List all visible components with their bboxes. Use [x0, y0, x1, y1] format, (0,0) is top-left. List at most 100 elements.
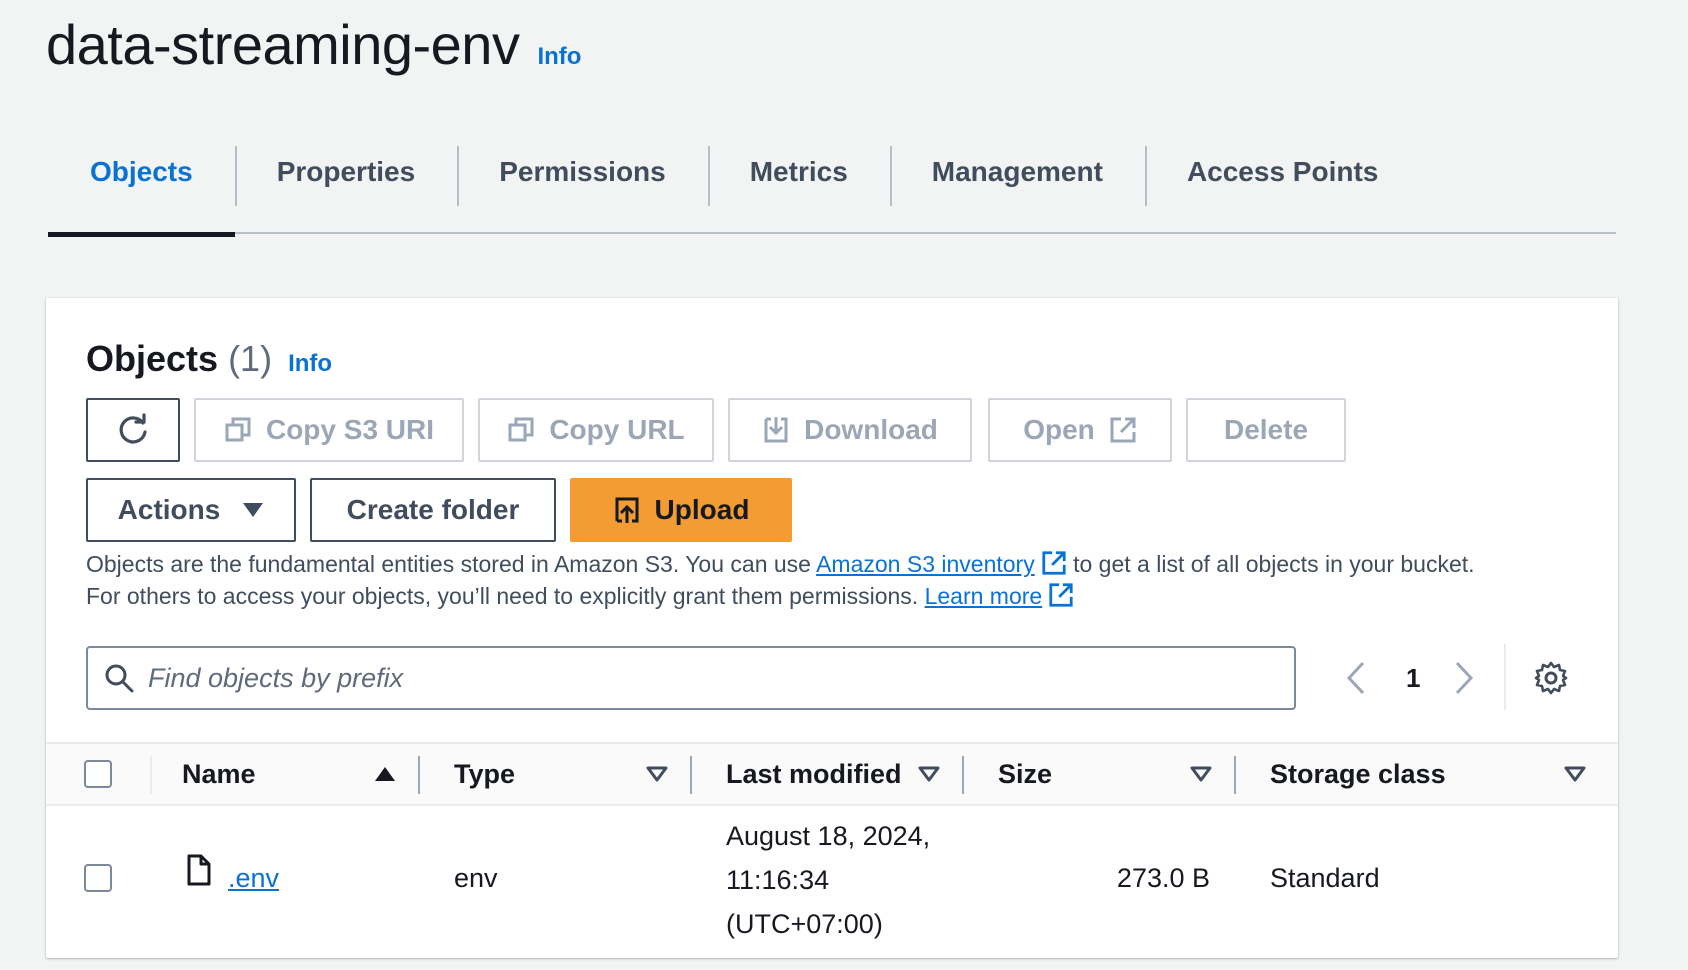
object-name-cell: .env: [228, 856, 279, 900]
last-modified-date: August 18, 2024,: [726, 821, 931, 851]
description-line-2: For others to access your objects, you’l…: [86, 580, 1586, 612]
search-input[interactable]: [148, 662, 1248, 694]
sort-storage-class-button[interactable]: [1564, 744, 1586, 804]
tab-properties[interactable]: Properties: [234, 142, 458, 234]
column-header-name[interactable]: Name: [182, 744, 256, 804]
external-link-icon: [1110, 417, 1136, 443]
download-label: Download: [804, 414, 938, 445]
column-header-type[interactable]: Type: [454, 744, 515, 804]
column-header-size[interactable]: Size: [998, 744, 1052, 804]
tab-label: Management: [931, 156, 1103, 187]
sort-desc-icon: [646, 766, 668, 782]
sort-type-button[interactable]: [646, 744, 668, 804]
page-title: data-streaming-env: [46, 13, 520, 76]
column-divider: [150, 756, 152, 794]
description-text: Objects are the fundamental entities sto…: [86, 551, 817, 577]
copy-icon: [225, 417, 251, 442]
sort-desc-icon: [1564, 766, 1586, 782]
tab-label: Properties: [276, 156, 416, 187]
external-link-icon: [1049, 583, 1073, 607]
file-icon-cell: [186, 854, 212, 899]
search-box: [86, 646, 1296, 710]
tab-permissions[interactable]: Permissions: [457, 142, 708, 234]
header-info-link[interactable]: Info: [537, 43, 581, 71]
description-text: For others to access your objects, you’l…: [86, 583, 925, 609]
sort-desc-icon: [1190, 766, 1212, 782]
refresh-icon: [119, 413, 147, 444]
tab-label: Objects: [90, 156, 193, 187]
tab-label: Access Points: [1186, 156, 1379, 187]
open-label: Open: [1023, 414, 1095, 445]
panel-info-link[interactable]: Info: [288, 350, 332, 378]
download-button[interactable]: Download: [728, 398, 972, 462]
last-modified-time: 11:16:34: [726, 865, 830, 895]
open-button[interactable]: Open: [988, 398, 1172, 462]
object-size-cell: 273.0 B: [1116, 863, 1210, 893]
delete-label: Delete: [1223, 414, 1309, 445]
table-header: Name Type Last modified Size Storage cla…: [46, 742, 1618, 806]
previous-page-button[interactable]: [1346, 646, 1366, 710]
tab-objects[interactable]: Objects: [48, 142, 235, 237]
copy-url-button[interactable]: Copy URL: [478, 398, 714, 462]
column-divider: [418, 756, 420, 794]
current-page[interactable]: 1: [1406, 646, 1420, 710]
column-divider: [690, 756, 692, 794]
search-icon: [105, 664, 134, 693]
copy-icon: [508, 417, 534, 442]
tab-label: Metrics: [749, 156, 848, 187]
last-modified-timezone: (UTC+07:00): [726, 909, 883, 939]
panel-title-text: Objects: [86, 338, 219, 379]
refresh-button[interactable]: [86, 398, 180, 462]
create-folder-button[interactable]: Create folder: [310, 478, 556, 542]
column-divider: [962, 756, 964, 794]
preferences-button[interactable]: [1534, 646, 1568, 710]
next-page-button[interactable]: [1454, 646, 1474, 710]
sort-last-modified-button[interactable]: [918, 744, 940, 804]
file-icon: [187, 854, 211, 886]
actions-dropdown[interactable]: Actions: [86, 478, 296, 542]
actions-label: Actions: [117, 494, 221, 525]
delete-button[interactable]: Delete: [1186, 398, 1346, 462]
tab-bar: Objects Properties Permissions Metrics M…: [48, 142, 1616, 237]
objects-description: Objects are the fundamental entities sto…: [86, 548, 1586, 612]
tab-metrics[interactable]: Metrics: [707, 142, 890, 234]
panel-title: Objects (1): [86, 338, 272, 380]
chevron-left-icon: [1346, 661, 1365, 695]
table-row: .env env August 18, 2024, 11:16:34 (UTC+…: [46, 806, 1618, 958]
upload-button[interactable]: Upload: [570, 478, 792, 542]
sort-size-button[interactable]: [1190, 744, 1212, 804]
object-count: (1): [228, 338, 273, 379]
description-line-1: Objects are the fundamental entities sto…: [86, 548, 1586, 580]
copy-url-label: Copy URL: [549, 414, 685, 445]
gear-icon: [1534, 661, 1568, 695]
pagination-divider: [1504, 644, 1506, 710]
external-link-icon: [1042, 551, 1066, 575]
caret-down-icon: [243, 503, 264, 517]
s3-inventory-link[interactable]: Amazon S3 inventory: [816, 551, 1035, 577]
create-folder-label: Create folder: [346, 494, 520, 525]
sort-name-button[interactable]: [374, 744, 396, 804]
object-type-cell: env: [454, 863, 498, 893]
tab-access-points[interactable]: Access Points: [1144, 142, 1420, 234]
select-all-checkbox[interactable]: [84, 760, 112, 788]
column-header-last-modified[interactable]: Last modified: [726, 744, 902, 804]
copy-s3-uri-label: Copy S3 URI: [265, 414, 435, 445]
download-icon: [764, 417, 788, 443]
column-header-storage-class[interactable]: Storage class: [1270, 744, 1446, 804]
object-name-link[interactable]: .env: [228, 863, 279, 893]
sort-asc-icon: [375, 767, 395, 781]
chevron-right-icon: [1455, 661, 1474, 695]
learn-more-link[interactable]: Learn more: [925, 583, 1043, 609]
storage-class-cell: Standard: [1270, 863, 1380, 893]
tab-label: Permissions: [499, 156, 666, 187]
row-checkbox[interactable]: [84, 864, 112, 892]
tab-management[interactable]: Management: [889, 142, 1145, 234]
description-text: to get a list of all objects in your buc…: [1066, 551, 1475, 577]
page-header: data-streaming-env Info: [46, 10, 581, 80]
objects-panel: Objects (1) Info Copy S3 URI Copy URL Do…: [46, 298, 1618, 958]
column-divider: [1234, 756, 1236, 794]
upload-icon: [615, 497, 639, 523]
copy-s3-uri-button[interactable]: Copy S3 URI: [194, 398, 464, 462]
upload-label: Upload: [654, 494, 750, 525]
sort-desc-icon: [918, 766, 940, 782]
